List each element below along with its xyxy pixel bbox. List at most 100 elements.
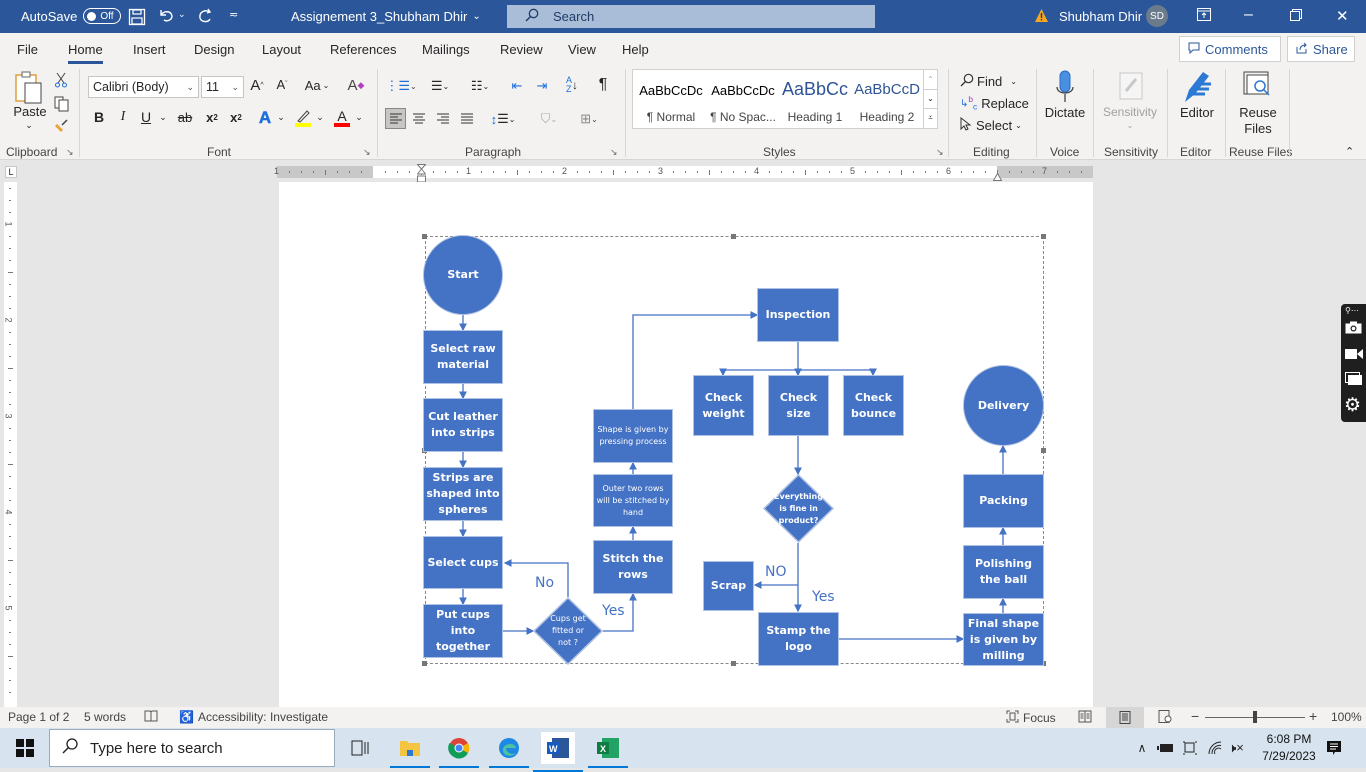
format-painter-icon[interactable] — [53, 117, 69, 135]
autosave-switch[interactable]: Off — [83, 8, 122, 24]
justify-button[interactable] — [458, 109, 476, 129]
minimize-button[interactable]: – — [1244, 6, 1253, 24]
autosave-toggle[interactable]: AutoSave Off — [21, 8, 122, 24]
align-right-button[interactable] — [434, 109, 452, 129]
paragraph-launcher-icon[interactable]: ↘ — [610, 147, 618, 158]
increase-indent-icon[interactable]: ⇥ — [533, 78, 551, 94]
tab-home[interactable]: Home — [68, 42, 103, 64]
tab-mailings[interactable]: Mailings — [422, 42, 470, 57]
copy-icon[interactable] — [53, 95, 69, 113]
font-name-select[interactable]: Calibri (Body) ⌄ — [88, 76, 199, 98]
document-page[interactable] — [279, 182, 1093, 707]
video-icon[interactable] — [1345, 348, 1363, 363]
reuse-files-button-line2[interactable]: Files — [1232, 121, 1284, 136]
style-heading-1[interactable]: AaBbCc Heading 1 — [779, 70, 851, 128]
subscript-button[interactable]: x2 — [203, 110, 221, 125]
underline-button[interactable]: U — [139, 109, 153, 125]
more-icon[interactable]: ⚲⋯ — [1345, 306, 1359, 315]
web-layout-icon[interactable] — [1158, 710, 1172, 723]
bullets-button[interactable]: ⋮☰ ⌄ — [385, 78, 416, 94]
shading-button[interactable]: ⛉ ⌄ — [532, 109, 566, 129]
ribbon-display-options-icon[interactable] — [1197, 8, 1211, 21]
accessibility-status[interactable]: ♿ Accessibility: Investigate — [179, 710, 328, 724]
restore-button[interactable] — [1290, 9, 1302, 21]
word-taskbar-icon[interactable]: W — [533, 732, 583, 772]
word-count[interactable]: 5 words — [84, 710, 126, 724]
show-formatting-icon[interactable]: ¶ — [595, 76, 611, 94]
customize-toolbar-icon[interactable]: ≂ — [229, 8, 238, 21]
highlight-icon[interactable] — [294, 107, 312, 129]
style-no-spacing[interactable]: AaBbCcDc ¶ No Spac... — [707, 70, 779, 128]
warning-icon[interactable] — [1034, 8, 1049, 23]
zoom-out-button[interactable]: − — [1191, 708, 1199, 724]
chrome-icon[interactable] — [439, 736, 479, 768]
editor-pen-icon[interactable] — [1180, 69, 1214, 105]
superscript-button[interactable]: x2 — [227, 110, 245, 125]
print-layout-button[interactable] — [1106, 707, 1144, 728]
volume-muted-icon[interactable]: 🕨× — [1224, 736, 1248, 760]
user-avatar[interactable]: SD — [1146, 5, 1168, 27]
taskbar-search[interactable]: Type here to search — [49, 729, 335, 767]
reuse-files-icon[interactable] — [1242, 71, 1274, 101]
task-view-icon[interactable] — [348, 736, 372, 760]
tab-layout[interactable]: Layout — [262, 42, 301, 57]
highlight-dropdown-icon[interactable]: ⌄ — [315, 112, 325, 123]
comments-button[interactable]: Comments — [1179, 36, 1281, 62]
settings-gear-icon[interactable]: ⚙ — [1344, 396, 1361, 415]
battery-icon[interactable] — [1154, 736, 1178, 760]
tab-review[interactable]: Review — [500, 42, 543, 57]
bold-button[interactable]: B — [92, 109, 106, 125]
page-count[interactable]: Page 1 of 2 — [8, 710, 69, 724]
font-launcher-icon[interactable]: ↘ — [363, 147, 371, 158]
windows-start-icon[interactable] — [13, 736, 37, 760]
file-explorer-icon[interactable] — [390, 736, 430, 768]
text-effects-dropdown-icon[interactable]: ⌄ — [276, 112, 286, 123]
save-icon[interactable] — [128, 8, 146, 26]
indent-marker[interactable] — [416, 164, 427, 183]
dictate-button[interactable]: Dictate — [1042, 105, 1088, 120]
search-box[interactable]: Search — [507, 5, 875, 28]
select-button[interactable]: Select ⌄ — [960, 115, 1022, 135]
meet-now-icon[interactable] — [1178, 736, 1202, 760]
zoom-slider-thumb[interactable] — [1253, 711, 1257, 723]
redo-icon[interactable] — [196, 7, 214, 25]
font-color-dropdown-icon[interactable]: ⌄ — [354, 112, 364, 123]
grow-font-icon[interactable]: A ^ — [248, 77, 266, 94]
undo-dropdown-icon[interactable]: ⌄ — [178, 9, 186, 20]
proofing-book-icon[interactable] — [144, 710, 158, 723]
close-button[interactable]: ✕ — [1336, 7, 1349, 25]
styles-scroll-down[interactable]: ⌄ — [924, 89, 937, 108]
tab-help[interactable]: Help — [622, 42, 649, 57]
underline-dropdown-icon[interactable]: ⌄ — [158, 112, 168, 123]
text-effects-icon[interactable]: A — [256, 108, 274, 128]
vertical-ruler[interactable]: 1 2 3 4 5 — [4, 182, 17, 707]
styles-more[interactable]: ⩡ — [924, 108, 937, 127]
numbering-button[interactable]: ☰ ⌄ — [425, 78, 455, 94]
decrease-indent-icon[interactable]: ⇤ — [508, 78, 526, 94]
clock[interactable]: 6:08 PM 7/29/2023 — [1254, 731, 1324, 765]
user-name[interactable]: Shubham Dhir — [1059, 9, 1142, 24]
notifications-icon[interactable] — [1322, 736, 1346, 760]
clipboard-launcher-icon[interactable]: ↘ — [66, 147, 74, 158]
tab-file[interactable]: File — [17, 42, 38, 57]
focus-button[interactable]: Focus — [1006, 710, 1056, 726]
line-spacing-button[interactable]: ↕ ☰ ⌄ — [487, 109, 519, 129]
styles-scroll-up[interactable]: ⌃ — [924, 70, 937, 89]
editor-button[interactable]: Editor — [1176, 105, 1218, 120]
tab-insert[interactable]: Insert — [133, 42, 166, 57]
font-size-select[interactable]: 11 ⌄ — [201, 76, 244, 98]
tab-selector-icon[interactable]: L — [5, 166, 17, 178]
clear-formatting-icon[interactable]: A ◆ — [346, 77, 366, 94]
paste-icon[interactable] — [12, 71, 46, 107]
tab-design[interactable]: Design — [194, 42, 234, 57]
paste-button[interactable]: Paste — [13, 104, 46, 119]
style-heading-2[interactable]: AaBbCcD Heading 2 — [851, 70, 923, 128]
reuse-files-button[interactable]: Reuse — [1232, 105, 1284, 120]
horizontal-ruler[interactable]: L 1 1 2 3 4 5 6 7 — [0, 162, 1366, 183]
edge-icon[interactable] — [489, 736, 529, 768]
tab-references[interactable]: References — [330, 42, 396, 57]
undo-icon[interactable] — [157, 7, 175, 25]
document-title[interactable]: Assignement 3_Shubham Dhir ⌄ — [291, 9, 481, 24]
share-button[interactable]: Share — [1287, 36, 1355, 62]
strikethrough-button[interactable]: ab — [176, 110, 194, 125]
